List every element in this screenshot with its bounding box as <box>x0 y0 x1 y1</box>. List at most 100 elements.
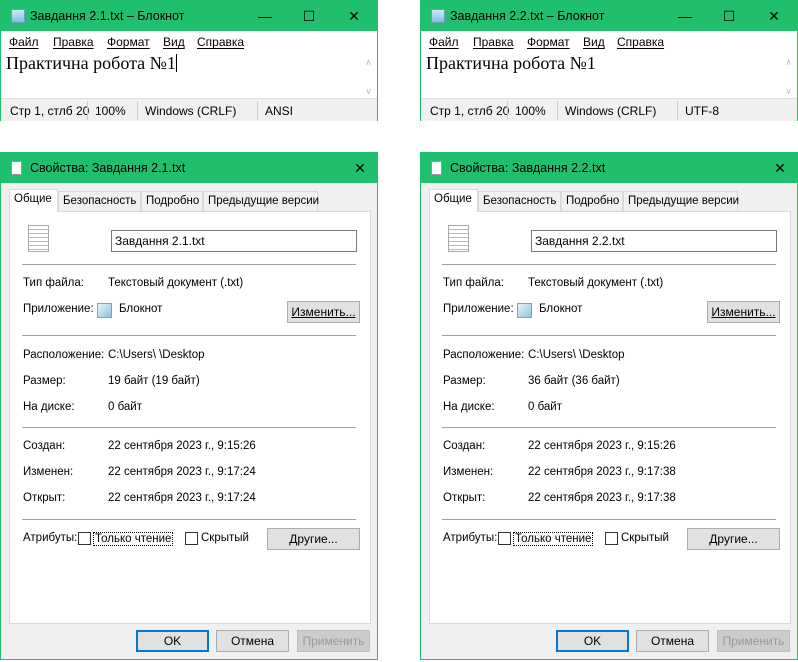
menu-item[interactable]: Правка <box>53 35 94 49</box>
scrollbar[interactable]: ∧ ∨ <box>780 51 797 98</box>
menu-item[interactable]: Формат <box>527 35 570 49</box>
value-app: Блокнот <box>539 303 583 315</box>
label-type: Тип файла: <box>23 277 84 289</box>
other-attributes-button[interactable]: Другие... <box>687 528 780 550</box>
text-file-icon <box>28 225 49 252</box>
change-button[interactable]: Изменить... <box>707 301 780 323</box>
properties-dialog: Свойства: Завдання 2.2.txt ✕ Общие Безопа… <box>420 152 798 660</box>
label-created: Создан: <box>23 440 66 452</box>
label-size: Размер: <box>443 375 486 387</box>
readonly-label[interactable]: Только чтение <box>93 532 174 546</box>
status-bar: Стр 1, стлб 20 100% Windows (CRLF) ANSI <box>1 98 377 121</box>
status-line-ending: Windows (CRLF) <box>145 104 237 118</box>
status-encoding: ANSI <box>265 104 294 118</box>
cancel-button[interactable]: Отмена <box>216 630 289 652</box>
apply-button[interactable]: Применить <box>717 630 790 652</box>
notepad-app-icon <box>517 303 532 318</box>
value-opened: 22 сентября 2023 г., 9:17:24 <box>108 492 256 504</box>
tab[interactable]: Общие <box>429 189 478 212</box>
hidden-checkbox[interactable] <box>185 532 198 545</box>
dialog-title: Свойства: Завдання 2.1.txt <box>30 161 186 175</box>
value-type: Текстовый документ (.txt) <box>528 277 664 289</box>
minimize-icon[interactable]: — <box>671 5 699 27</box>
text-editor[interactable]: Практична робота №1 ∧ ∨ <box>421 51 797 98</box>
value-size: 36 байт (36 байт) <box>528 375 620 387</box>
ok-button[interactable]: OK <box>136 630 209 652</box>
notepad-icon <box>11 9 25 23</box>
divider <box>442 335 776 336</box>
maximize-icon[interactable]: ☐ <box>715 5 743 27</box>
close-icon[interactable]: ✕ <box>760 5 788 27</box>
filename-input[interactable]: Завдання 2.2.txt <box>531 230 777 252</box>
divider <box>22 519 356 520</box>
label-opened: Открыт: <box>443 492 486 504</box>
notepad-app-icon <box>97 303 112 318</box>
value-location: C:\Users\ \Desktop <box>108 349 205 361</box>
menu-item[interactable]: Файл <box>9 35 39 49</box>
label-location: Расположение: <box>443 349 525 361</box>
menu-item[interactable]: Справка <box>617 35 664 49</box>
value-modified: 22 сентября 2023 г., 9:17:38 <box>528 466 676 478</box>
tab[interactable]: Подробно <box>561 191 623 211</box>
editor-text: Практична робота №1 <box>6 53 176 73</box>
close-icon[interactable]: ✕ <box>346 157 374 179</box>
label-app: Приложение: <box>443 303 514 315</box>
text-editor[interactable]: Практична робота №1 ∧ ∨ <box>1 51 377 98</box>
readonly-checkbox[interactable] <box>78 532 91 545</box>
title-bar[interactable]: Свойства: Завдання 2.1.txt ✕ <box>1 153 377 183</box>
ok-button[interactable]: OK <box>556 630 629 652</box>
title-bar[interactable]: Завдання 2.1.txt – Блокнот — ☐ ✕ <box>1 1 377 31</box>
title-bar[interactable]: Завдання 2.2.txt – Блокнот — ☐ ✕ <box>421 1 797 31</box>
label-disk: На диске: <box>23 401 75 413</box>
value-opened: 22 сентября 2023 г., 9:17:38 <box>528 492 676 504</box>
readonly-checkbox[interactable] <box>498 532 511 545</box>
change-button[interactable]: Изменить... <box>287 301 360 323</box>
menu-item[interactable]: Правка <box>473 35 514 49</box>
attributes-label: Атрибуты: <box>443 532 498 544</box>
tab[interactable]: Предыдущие версии <box>203 191 319 211</box>
apply-button[interactable]: Применить <box>297 630 370 652</box>
readonly-label[interactable]: Только чтение <box>513 532 594 546</box>
close-icon[interactable]: ✕ <box>340 5 368 27</box>
divider <box>22 335 356 336</box>
label-type: Тип файла: <box>443 277 504 289</box>
tab[interactable]: Общие <box>9 189 58 212</box>
tab[interactable]: Безопасность <box>478 191 561 211</box>
close-icon[interactable]: ✕ <box>766 157 794 179</box>
general-tab-panel <box>9 211 371 624</box>
menu-item[interactable]: Формат <box>107 35 150 49</box>
minimize-icon[interactable]: — <box>251 5 279 27</box>
tab[interactable]: Безопасность <box>58 191 141 211</box>
scrollbar[interactable]: ∧ ∨ <box>360 51 377 98</box>
value-app: Блокнот <box>119 303 163 315</box>
tab[interactable]: Подробно <box>141 191 203 211</box>
value-type: Текстовый документ (.txt) <box>108 277 244 289</box>
notepad-window: Завдання 2.2.txt – Блокнот — ☐ ✕ Файл Пра… <box>420 0 798 121</box>
menu-item[interactable]: Вид <box>163 35 185 49</box>
status-position: Стр 1, стлб 20 <box>430 104 510 118</box>
notepad-icon <box>431 9 445 23</box>
title-bar[interactable]: Свойства: Завдання 2.2.txt ✕ <box>421 153 797 183</box>
hidden-label[interactable]: Скрытый <box>621 532 669 544</box>
label-location: Расположение: <box>23 349 105 361</box>
filename-input[interactable]: Завдання 2.1.txt <box>111 230 357 252</box>
menu-item[interactable]: Вид <box>583 35 605 49</box>
hidden-label[interactable]: Скрытый <box>201 532 249 544</box>
menu-item[interactable]: Справка <box>197 35 244 49</box>
general-tab-panel <box>429 211 791 624</box>
divider <box>22 264 356 265</box>
maximize-icon[interactable]: ☐ <box>295 5 323 27</box>
tab[interactable]: Предыдущие версии <box>623 191 739 211</box>
hidden-checkbox[interactable] <box>605 532 618 545</box>
label-app: Приложение: <box>23 303 94 315</box>
dialog-title: Свойства: Завдання 2.2.txt <box>450 161 606 175</box>
other-attributes-button[interactable]: Другие... <box>267 528 360 550</box>
window-title: Завдання 2.2.txt – Блокнот <box>450 9 605 23</box>
value-created: 22 сентября 2023 г., 9:15:26 <box>108 440 256 452</box>
status-position: Стр 1, стлб 20 <box>10 104 90 118</box>
value-disk: 0 байт <box>108 401 143 413</box>
status-bar: Стр 1, стлб 20 100% Windows (CRLF) UTF-8 <box>421 98 797 121</box>
cancel-button[interactable]: Отмена <box>636 630 709 652</box>
menu-item[interactable]: Файл <box>429 35 459 49</box>
status-zoom: 100% <box>515 104 546 118</box>
